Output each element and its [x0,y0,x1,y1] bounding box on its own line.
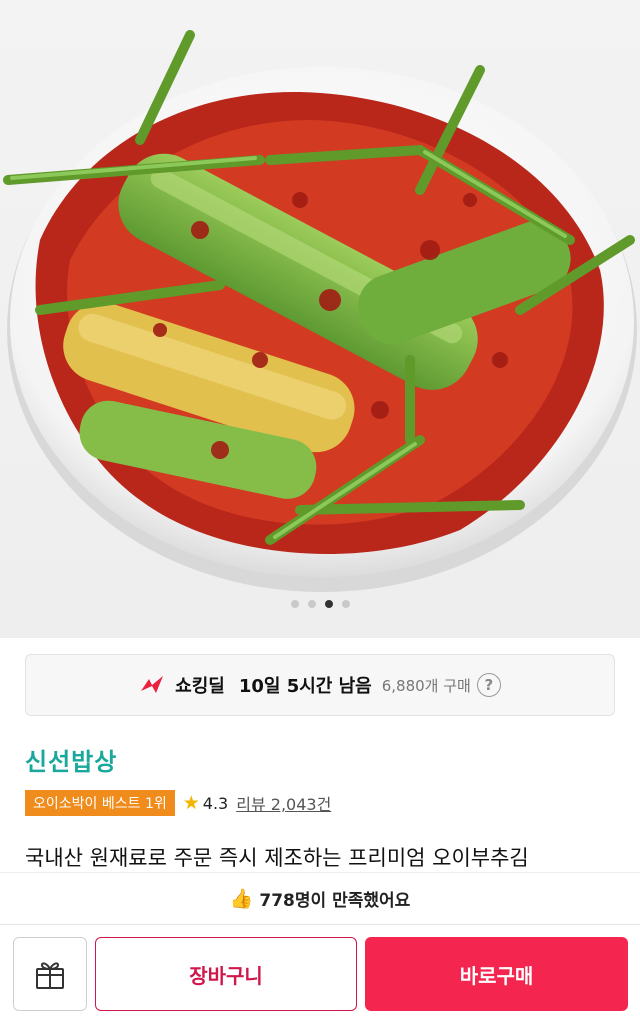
bottom-action-bar: 장바구니 바로구매 [0,924,640,1024]
product-photo [3,30,637,592]
product-detail-page: 쇼킹딜 10일 5시간 남음 6,880개 구매 ? 신선밥상 오이소박이 베스… [0,0,640,1024]
rating-value: 4.3 [202,793,229,813]
gallery-dot[interactable] [341,600,350,608]
gift-button[interactable] [13,937,87,1011]
brand-name[interactable]: 신선밥상 [25,742,117,777]
purchase-count: 6,880개 구매 [381,676,471,695]
gallery-pagination[interactable] [0,600,640,608]
add-to-cart-button[interactable]: 장바구니 [95,937,357,1011]
gallery-dot[interactable] [290,600,299,608]
review-count-link[interactable]: 리뷰 2,043건 [236,791,331,815]
product-meta-row: 오이소박이 베스트 1위 ★ 4.3 리뷰 2,043건 [25,790,331,816]
star-icon: ★ [182,792,200,814]
gift-icon [36,962,64,989]
best-rank-badge[interactable]: 오이소박이 베스트 1위 [25,790,175,816]
thumbs-up-icon: 👍 [229,888,254,910]
shocking-deal-icon [141,676,164,693]
shocking-deal-banner: 쇼킹딜 10일 5시간 남음 6,880개 구매 ? [25,654,615,716]
product-title: 국내산 원재료로 주문 즉시 제조하는 프리미엄 오이부추김 [25,846,529,870]
question-circle-icon[interactable]: ? [476,673,501,697]
satisfaction-strip: 👍 778명이 만족했어요 [0,872,640,924]
satisfaction-text: 778명이 만족했어요 [259,891,411,911]
deal-label: 쇼킹딜 [175,676,225,697]
gallery-dot-active[interactable] [324,600,333,608]
gallery-dot[interactable] [307,600,316,608]
product-image-gallery[interactable] [0,0,640,638]
deal-time-remaining: 10일 5시간 남음 [238,676,372,697]
buy-now-button[interactable]: 바로구매 [365,937,628,1011]
